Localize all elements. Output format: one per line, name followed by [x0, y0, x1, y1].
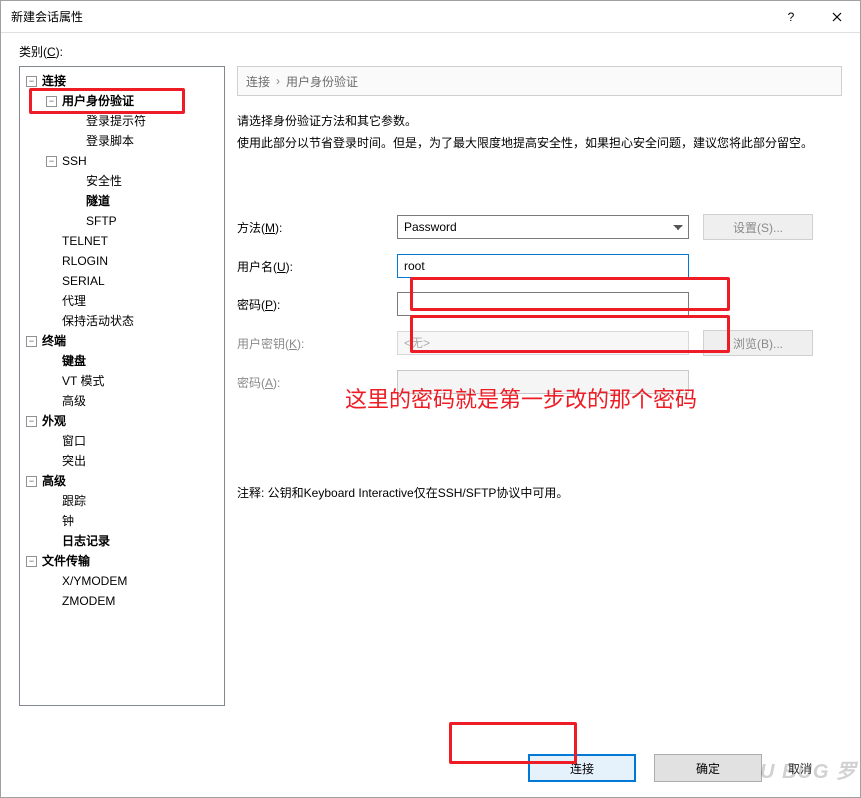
- tree-item-bell[interactable]: 钟: [20, 511, 224, 531]
- collapse-icon[interactable]: −: [26, 556, 37, 567]
- tree-item-proxy[interactable]: 代理: [20, 291, 224, 311]
- tree-item-serial[interactable]: SERIAL: [20, 271, 224, 291]
- tree-item-xymodem[interactable]: X/YMODEM: [20, 571, 224, 591]
- body: −连接 −用户身份验证 登录提示符 登录脚本 −SSH 安全性: [19, 66, 842, 739]
- category-label: 类别(C):: [19, 43, 842, 60]
- dialog-footer: 连接 确定 取消: [19, 739, 842, 797]
- help-button[interactable]: ?: [768, 1, 814, 33]
- tree-item-advanced-terminal[interactable]: 高级: [20, 391, 224, 411]
- tree-item-login-prompt[interactable]: 登录提示符: [20, 111, 224, 131]
- collapse-icon[interactable]: −: [26, 416, 37, 427]
- collapse-icon[interactable]: −: [46, 156, 57, 167]
- close-icon: [832, 12, 842, 22]
- browse-button: 浏览(B)...: [703, 330, 813, 356]
- window-title: 新建会话属性: [11, 8, 768, 25]
- tree-item-terminal[interactable]: −终端: [20, 331, 224, 351]
- userkey-label: 用户密钥(K):: [237, 335, 397, 352]
- tree-item-highlight[interactable]: 突出: [20, 451, 224, 471]
- content: 类别(C): −连接 −用户身份验证 登录提示符 登录脚本 −SSH: [1, 33, 860, 797]
- tree-item-keyboard[interactable]: 键盘: [20, 351, 224, 371]
- collapse-icon[interactable]: −: [26, 336, 37, 347]
- method-label: 方法(M):: [237, 219, 397, 236]
- tree-item-tunnel[interactable]: 隧道: [20, 191, 224, 211]
- titlebar: 新建会话属性 ?: [1, 1, 860, 33]
- tree-item-connection[interactable]: −连接: [20, 71, 224, 91]
- method-select[interactable]: Password: [397, 215, 689, 239]
- cancel-button[interactable]: 取消: [780, 754, 820, 782]
- tree-item-logging[interactable]: 日志记录: [20, 531, 224, 551]
- password-input[interactable]: [397, 292, 689, 316]
- collapse-icon[interactable]: −: [26, 476, 37, 487]
- tree-item-zmodem[interactable]: ZMODEM: [20, 591, 224, 611]
- tree-item-sftp[interactable]: SFTP: [20, 211, 224, 231]
- tree-item-vtmode[interactable]: VT 模式: [20, 371, 224, 391]
- tree-item-telnet[interactable]: TELNET: [20, 231, 224, 251]
- tree-item-advanced[interactable]: −高级: [20, 471, 224, 491]
- tree-item-window[interactable]: 窗口: [20, 431, 224, 451]
- close-button[interactable]: [814, 1, 860, 33]
- help-icon: ?: [788, 10, 795, 24]
- description: 请选择身份验证方法和其它参数。 使用此部分以节省登录时间。但是，为了最大限度地提…: [237, 110, 842, 154]
- tree-item-filetransfer[interactable]: −文件传输: [20, 551, 224, 571]
- tree-item-trace[interactable]: 跟踪: [20, 491, 224, 511]
- settings-button: 设置(S)...: [703, 214, 813, 240]
- username-input[interactable]: [397, 254, 689, 278]
- settings-panel: 连接 › 用户身份验证 请选择身份验证方法和其它参数。 使用此部分以节省登录时间…: [237, 66, 842, 739]
- dialog: 新建会话属性 ? 类别(C): −连接 −用户身份验证 登录提示符 登录脚本: [0, 0, 861, 798]
- breadcrumb-leaf: 用户身份验证: [286, 73, 358, 90]
- tree-item-ssh[interactable]: −SSH: [20, 151, 224, 171]
- password2-input: [397, 370, 689, 394]
- tree-item-login-script[interactable]: 登录脚本: [20, 131, 224, 151]
- tree-item-auth[interactable]: −用户身份验证: [20, 91, 224, 111]
- tree-item-appearance[interactable]: −外观: [20, 411, 224, 431]
- chevron-right-icon: ›: [276, 74, 280, 88]
- ok-button[interactable]: 确定: [654, 754, 762, 782]
- userkey-select: <无>: [397, 331, 689, 355]
- password2-label: 密码(A):: [237, 374, 397, 391]
- category-tree[interactable]: −连接 −用户身份验证 登录提示符 登录脚本 −SSH 安全性: [19, 66, 225, 706]
- password-label: 密码(P):: [237, 296, 397, 313]
- breadcrumb-root: 连接: [246, 73, 270, 90]
- tree-item-keepalive[interactable]: 保持活动状态: [20, 311, 224, 331]
- connect-button[interactable]: 连接: [528, 754, 636, 782]
- note-text: 注释: 公钥和Keyboard Interactive仅在SSH/SFTP协议中…: [237, 484, 842, 501]
- tree-item-rlogin[interactable]: RLOGIN: [20, 251, 224, 271]
- auth-form: 方法(M): Password 设置(S)... 用户名(U): 密码(P): …: [237, 214, 842, 394]
- username-label: 用户名(U):: [237, 258, 397, 275]
- breadcrumb: 连接 › 用户身份验证: [237, 66, 842, 96]
- collapse-icon[interactable]: −: [26, 76, 37, 87]
- tree-item-security[interactable]: 安全性: [20, 171, 224, 191]
- collapse-icon[interactable]: −: [46, 96, 57, 107]
